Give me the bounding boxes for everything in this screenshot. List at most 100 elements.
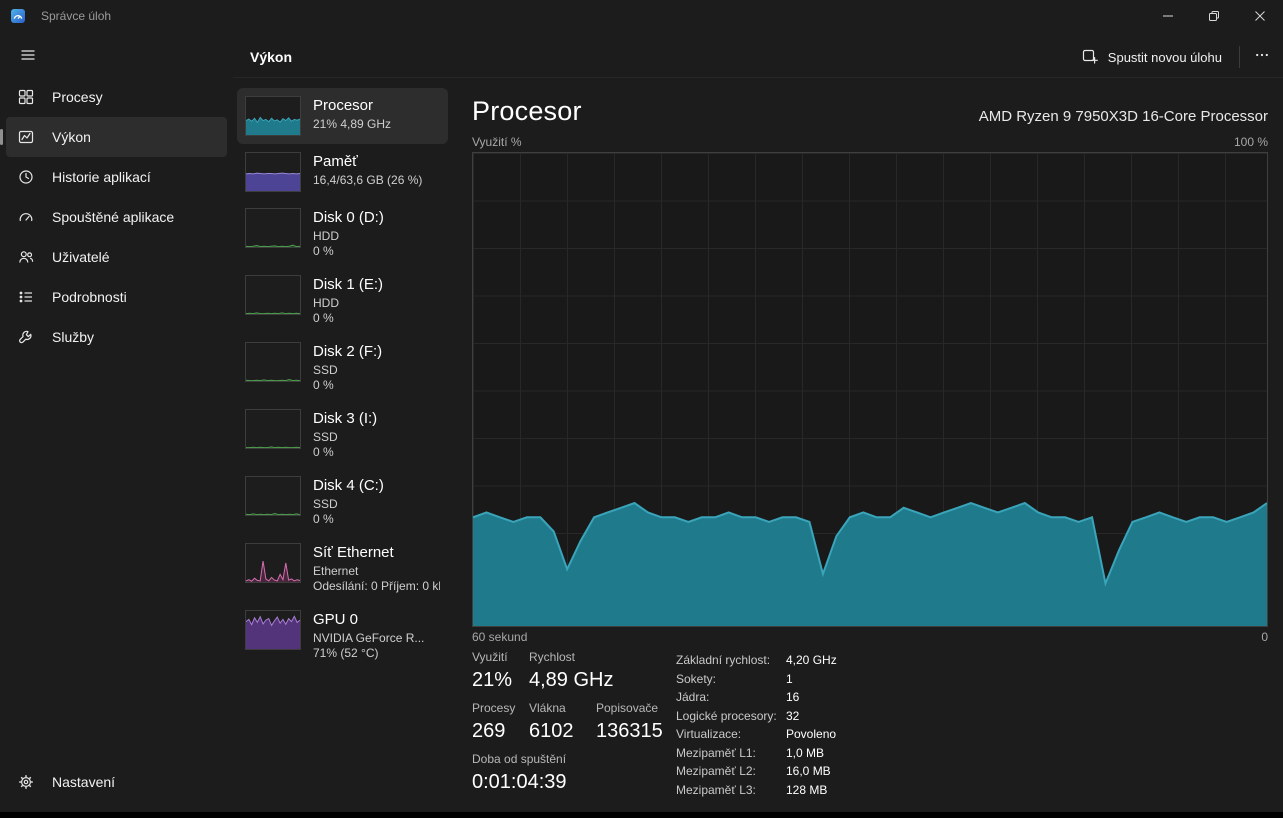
perf-item-disk1[interactable]: Disk 1 (E:) HDD 0 % <box>237 267 448 334</box>
perf-item-title: Procesor <box>313 96 440 115</box>
sidebar: Procesy Výkon Historie aplikací Spouštěn… <box>0 32 233 812</box>
sidebar-item-label: Výkon <box>52 129 91 145</box>
perf-item-cpu[interactable]: Procesor 21% 4,89 GHz <box>237 88 448 144</box>
more-options-button[interactable] <box>1245 42 1279 72</box>
sidebar-item-uzivatele[interactable]: Uživatelé <box>6 237 227 277</box>
stat-speed: Rychlost 4,89 GHz <box>529 650 672 701</box>
spec-label: Jádra: <box>676 688 786 707</box>
perf-item-text: Paměť 16,4/63,6 GB (26 %) <box>313 152 440 188</box>
spec-value: 16,0 MB <box>786 762 837 781</box>
ellipsis-icon <box>1255 48 1269 67</box>
sidebar-item-spoustene-aplikace[interactable]: Spouštěné aplikace <box>6 197 227 237</box>
window-controls <box>1145 0 1283 32</box>
minimize-button[interactable] <box>1145 0 1191 32</box>
new-task-icon <box>1082 48 1098 67</box>
gpu-mini-chart <box>245 610 301 650</box>
content-header: Výkon Spustit novou úlohu <box>233 36 1283 78</box>
perf-item-line1: 16,4/63,6 GB (26 %) <box>313 173 440 188</box>
sidebar-item-label: Uživatelé <box>52 249 110 265</box>
perf-item-line1: SSD <box>313 363 440 378</box>
stat-threads: Vlákna 6102 <box>529 701 596 752</box>
hamburger-menu-button[interactable] <box>6 40 50 74</box>
sidebar-item-vykon[interactable]: Výkon <box>6 117 227 157</box>
spec-label: Mezipaměť L2: <box>676 762 786 781</box>
spec-label: Virtualizace: <box>676 725 786 744</box>
perf-item-gpu[interactable]: GPU 0 NVIDIA GeForce R... 71% (52 °C) <box>237 602 448 669</box>
perf-item-text: Disk 1 (E:) HDD 0 % <box>313 275 440 326</box>
stat-processes: Procesy 269 <box>472 701 529 752</box>
perf-item-line1: SSD <box>313 430 440 445</box>
perf-item-line2: 0 % <box>313 244 440 259</box>
sidebar-item-label: Spouštěné aplikace <box>52 209 174 225</box>
perf-item-title: Paměť <box>313 152 440 171</box>
disk1-mini-chart <box>245 275 301 315</box>
perf-item-line1: SSD <box>313 497 440 512</box>
spec-value: 16 <box>786 688 837 707</box>
perf-item-line2: 71% (52 °C) <box>313 646 440 661</box>
perf-item-line1: 21% 4,89 GHz <box>313 117 440 132</box>
run-new-task-button[interactable]: Spustit novou úlohu <box>1070 42 1234 73</box>
perf-item-disk4[interactable]: Disk 4 (C:) SSD 0 % <box>237 468 448 535</box>
disk4-mini-chart <box>245 476 301 516</box>
perf-item-text: Disk 4 (C:) SSD 0 % <box>313 476 440 527</box>
titlebar: Správce úloh <box>0 0 1283 32</box>
sidebar-item-podrobnosti[interactable]: Podrobnosti <box>6 277 227 317</box>
perf-item-line2: Odesílání: 0 Příjem: 0 kb/s <box>313 579 440 594</box>
sidebar-item-label: Procesy <box>52 89 103 105</box>
header-actions: Spustit novou úlohu <box>1070 36 1279 78</box>
perf-item-line2: 0 % <box>313 445 440 460</box>
page-title: Výkon <box>250 49 292 65</box>
perf-item-ethernet[interactable]: Síť Ethernet Ethernet Odesílání: 0 Příje… <box>237 535 448 602</box>
perf-item-line2: 0 % <box>313 378 440 393</box>
disk0-mini-chart <box>245 208 301 248</box>
chart-xright-label: 0 <box>1261 630 1268 644</box>
perf-item-disk2[interactable]: Disk 2 (F:) SSD 0 % <box>237 334 448 401</box>
detail-title: Procesor <box>472 96 582 127</box>
perf-item-disk3[interactable]: Disk 3 (I:) SSD 0 % <box>237 401 448 468</box>
stat-handles: Popisovače 136315 <box>596 701 672 752</box>
window-title: Správce úloh <box>41 9 111 23</box>
cpu-utilization-chart <box>472 152 1268 627</box>
sidebar-item-procesy[interactable]: Procesy <box>6 77 227 117</box>
perf-item-memory[interactable]: Paměť 16,4/63,6 GB (26 %) <box>237 144 448 200</box>
gear-icon <box>18 774 36 790</box>
run-new-task-label: Spustit novou úlohu <box>1108 50 1222 65</box>
perf-item-text: Disk 2 (F:) SSD 0 % <box>313 342 440 393</box>
sidebar-item-sluzby[interactable]: Služby <box>6 317 227 357</box>
users-icon <box>18 249 36 265</box>
perf-item-line1: HDD <box>313 296 440 311</box>
performance-icon <box>18 129 36 145</box>
sidebar-item-label: Historie aplikací <box>52 169 151 185</box>
sidebar-item-historie-aplikaci[interactable]: Historie aplikací <box>6 157 227 197</box>
chart-bottom-axis: 60 sekund 0 <box>472 630 1268 644</box>
spec-label: Základní rychlost: <box>676 651 786 670</box>
chart-ylabel: Využití % <box>472 135 522 149</box>
chart-xspan-label: 60 sekund <box>472 630 527 644</box>
maximize-restore-button[interactable] <box>1191 0 1237 32</box>
perf-item-disk0[interactable]: Disk 0 (D:) HDD 0 % <box>237 200 448 267</box>
perf-item-title: Síť Ethernet <box>313 543 440 562</box>
hamburger-icon <box>20 47 36 68</box>
cpu-chart-svg <box>473 153 1267 626</box>
spec-value: 128 MB <box>786 781 837 800</box>
spec-label: Mezipaměť L1: <box>676 744 786 763</box>
perf-item-title: Disk 1 (E:) <box>313 275 440 294</box>
close-button[interactable] <box>1237 0 1283 32</box>
disk2-mini-chart <box>245 342 301 382</box>
cpu-stats: Využití 21% Rychlost 4,89 GHz Procesy 26… <box>472 650 672 803</box>
ethernet-mini-chart <box>245 543 301 583</box>
sidebar-item-label: Podrobnosti <box>52 289 127 305</box>
sidebar-item-nastaveni[interactable]: Nastavení <box>6 762 227 802</box>
spec-label: Mezipaměť L3: <box>676 781 786 800</box>
history-icon <box>18 169 36 185</box>
spec-value: Povoleno <box>786 725 837 744</box>
spec-value: 1,0 MB <box>786 744 837 763</box>
perf-item-title: Disk 3 (I:) <box>313 409 440 428</box>
perf-item-text: Disk 3 (I:) SSD 0 % <box>313 409 440 460</box>
perf-item-text: Procesor 21% 4,89 GHz <box>313 96 440 132</box>
header-divider <box>1239 46 1240 68</box>
services-icon <box>18 329 36 345</box>
spec-label: Sokety: <box>676 670 786 689</box>
stat-utilization: Využití 21% <box>472 650 529 701</box>
perf-item-line1: NVIDIA GeForce R... <box>313 631 440 646</box>
